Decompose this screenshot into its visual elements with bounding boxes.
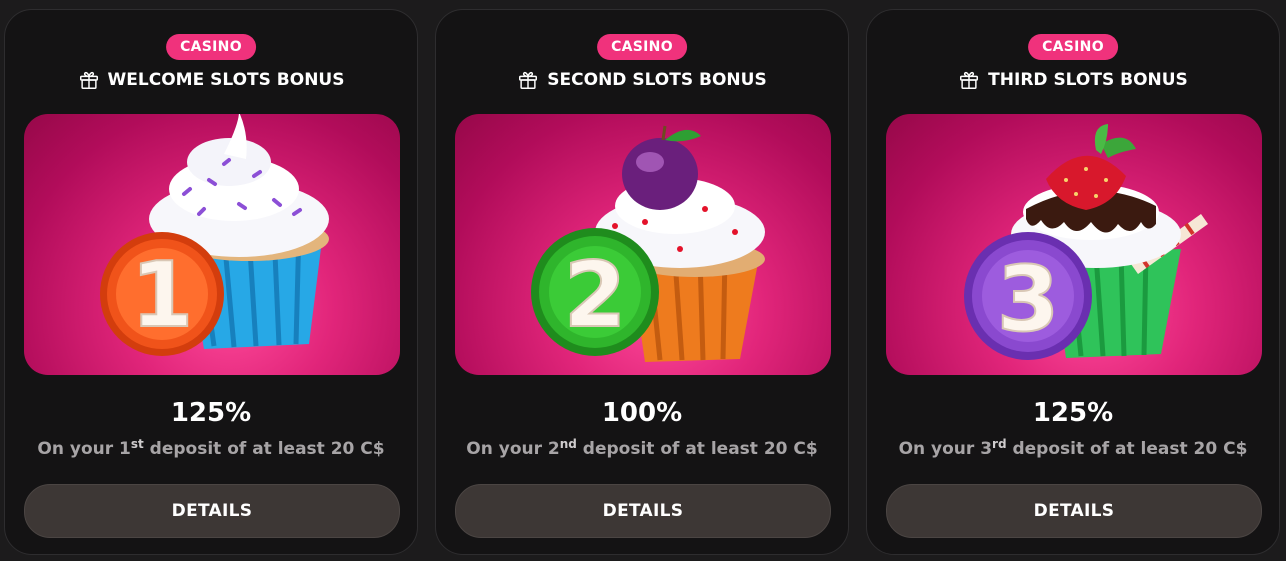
bonus-percent: 100% xyxy=(601,398,683,428)
bonus-description: On your 2nd deposit of at least 20 C$ xyxy=(436,437,848,459)
card-title-text: THIRD SLOTS BONUS xyxy=(988,70,1188,90)
bonus-banner-image: 1 xyxy=(24,114,400,375)
desc-prefix: On your 2 xyxy=(466,439,560,459)
casino-badge: CASINO xyxy=(597,34,687,60)
bonus-percent: 125% xyxy=(170,398,252,428)
number-badge-1: 1 xyxy=(100,232,224,356)
card-title-text: SECOND SLOTS BONUS xyxy=(547,70,767,90)
gift-icon xyxy=(958,69,980,91)
number-badge-3: 3 xyxy=(964,232,1092,360)
number-badge-2: 2 xyxy=(531,228,659,356)
desc-prefix: On your 1 xyxy=(37,439,131,459)
bonus-percent: 125% xyxy=(1032,398,1114,428)
svg-text:1: 1 xyxy=(131,243,194,348)
gift-icon xyxy=(78,69,100,91)
card-title: WELCOME SLOTS BONUS xyxy=(5,68,417,92)
card-title: THIRD SLOTS BONUS xyxy=(867,68,1279,92)
gift-icon xyxy=(517,69,539,91)
svg-text:3: 3 xyxy=(997,247,1060,352)
bonus-cards: CASINO WELCOME SLOTS BONUS 1 125% On you… xyxy=(4,9,1280,555)
desc-ordinal: st xyxy=(130,437,144,451)
desc-ordinal: rd xyxy=(992,437,1007,451)
bonus-banner-image: 2 xyxy=(455,114,831,375)
bonus-description: On your 1st deposit of at least 20 C$ xyxy=(5,437,417,459)
desc-prefix: On your 3 xyxy=(898,439,993,459)
bonus-card-welcome: CASINO WELCOME SLOTS BONUS 1 125% On you… xyxy=(4,9,418,555)
bonus-card-third: CASINO THIRD SLOTS BONUS 3 125% On your … xyxy=(866,9,1280,555)
desc-ordinal: nd xyxy=(559,437,577,451)
details-button[interactable]: DETAILS xyxy=(455,484,831,538)
desc-suffix: deposit of at least 20 C$ xyxy=(143,439,385,459)
desc-suffix: deposit of at least 20 C$ xyxy=(576,439,818,459)
casino-badge: CASINO xyxy=(166,34,256,60)
card-title: SECOND SLOTS BONUS xyxy=(436,68,848,92)
bonus-description: On your 3rd deposit of at least 20 C$ xyxy=(867,437,1279,459)
bonus-banner-image: 3 xyxy=(886,114,1262,375)
details-button[interactable]: DETAILS xyxy=(24,484,400,538)
desc-suffix: deposit of at least 20 C$ xyxy=(1006,439,1248,459)
bonus-card-second: CASINO SECOND SLOTS BONUS 2 100% On your… xyxy=(435,9,849,555)
svg-text:2: 2 xyxy=(564,243,627,348)
details-button[interactable]: DETAILS xyxy=(886,484,1262,538)
casino-badge: CASINO xyxy=(1028,34,1118,60)
card-title-text: WELCOME SLOTS BONUS xyxy=(107,70,345,90)
